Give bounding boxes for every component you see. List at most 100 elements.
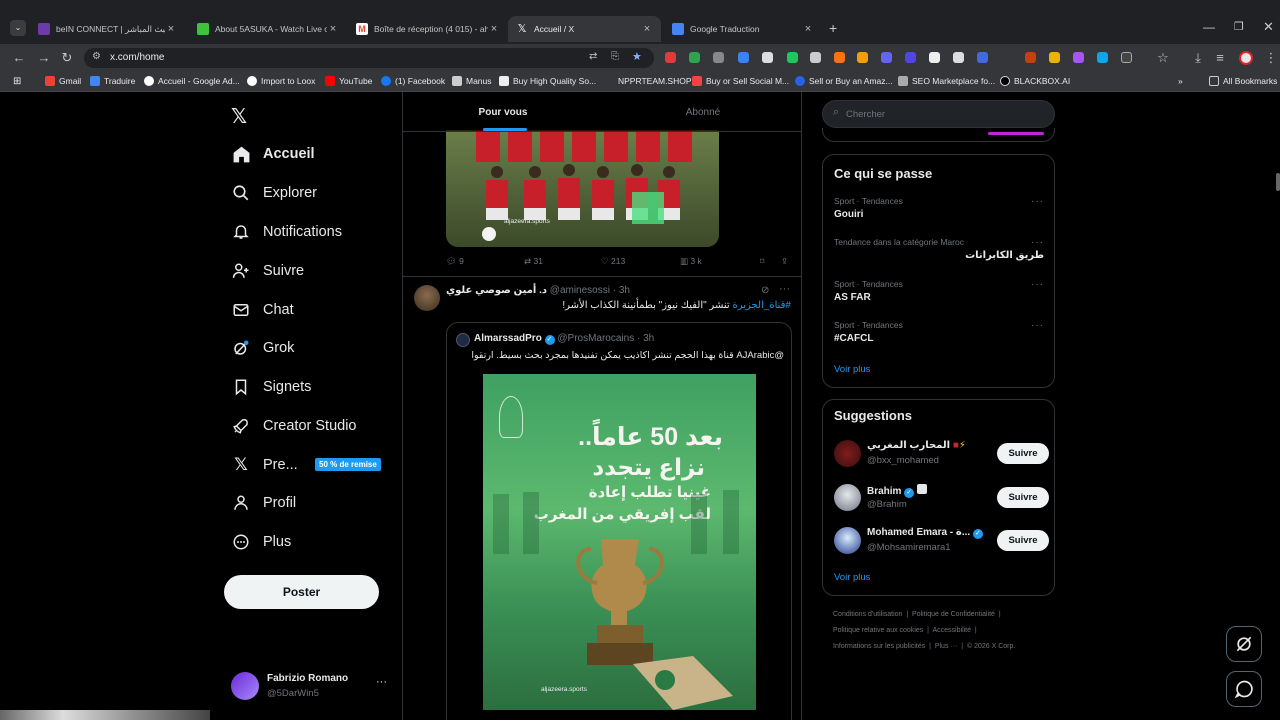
close-icon[interactable]: ×: [327, 23, 339, 35]
more-horizontal-icon[interactable]: ···: [376, 676, 387, 688]
extension-icon[interactable]: [810, 52, 821, 63]
premium-badge[interactable]: 50 % de remise: [315, 458, 381, 471]
extension-icon[interactable]: [1025, 52, 1036, 63]
bookmark-item[interactable]: SEO Marketplace fo...: [898, 76, 995, 86]
more-vertical-icon[interactable]: ⋮: [1263, 50, 1279, 66]
extension-icon[interactable]: [665, 52, 676, 63]
suggestion-item[interactable]: المحارب المغربي ■⚡ @bxx_mohamed Suivre: [834, 438, 1049, 472]
browser-tab[interactable]: About 5ASUKA - Watch Live on ×: [189, 16, 347, 42]
views-button[interactable]: ▥ 3 k: [680, 256, 702, 267]
install-icon[interactable]: ⎘: [611, 51, 619, 62]
extension-icon[interactable]: [738, 52, 749, 63]
bookmark-item[interactable]: Buy or Sell Social M...: [692, 76, 789, 86]
nav-premium[interactable]: 𝕏 Pre...: [230, 451, 298, 479]
suggestion-item[interactable]: Mohamed Emara - ة... ✓ @Mohsamiremara1 S…: [834, 525, 1049, 559]
footer-link[interactable]: Plus ···: [935, 643, 958, 650]
extension-icon[interactable]: [689, 52, 700, 63]
footer-link[interactable]: Politique relative aux cookies: [833, 627, 923, 634]
back-icon[interactable]: ←: [11, 50, 27, 66]
account-switcher[interactable]: Fabrizio Romano @5DarWin5 ···: [231, 672, 391, 702]
menu-icon[interactable]: ≡: [1212, 50, 1228, 66]
nav-bookmarks[interactable]: Signets: [230, 373, 311, 401]
post-button[interactable]: Poster: [224, 575, 379, 609]
scrollbar[interactable]: [1276, 173, 1280, 191]
post-media[interactable]: aljazeera.sports: [446, 130, 719, 247]
extension-icon[interactable]: [762, 52, 773, 63]
bookmark-item[interactable]: (1) Facebook: [381, 76, 445, 86]
search-input[interactable]: ⌕ Chercher: [822, 100, 1055, 128]
all-bookmarks[interactable]: All Bookmarks: [1209, 76, 1277, 86]
tab-search-button[interactable]: ⌄: [10, 20, 26, 36]
suggestion-item[interactable]: Brahim ✓ @Brahim Suivre: [834, 482, 1049, 516]
tab-for-you[interactable]: Pour vous: [403, 92, 603, 132]
address-bar[interactable]: ⚙ x.com/home ⇄ ⎘ ★: [84, 48, 654, 68]
close-icon[interactable]: ×: [488, 23, 500, 35]
extension-icon[interactable]: [977, 52, 988, 63]
restore-icon[interactable]: ❐: [1234, 20, 1244, 33]
extension-icon[interactable]: [713, 52, 724, 63]
extension-icon[interactable]: [1073, 52, 1084, 63]
nav-grok[interactable]: Grok: [230, 334, 294, 362]
extension-icon[interactable]: [1049, 52, 1060, 63]
post-handle[interactable]: @aminesossi: [550, 285, 610, 296]
trend-item[interactable]: Sport · Tendances Gouiri ···: [834, 196, 1044, 220]
bookmark-icon[interactable]: ⌑: [760, 256, 764, 267]
bookmark-item[interactable]: YouTube: [325, 76, 372, 86]
extension-icon[interactable]: [857, 52, 868, 63]
footer-link[interactable]: Politique de Confidentialité: [912, 611, 995, 618]
bookmark-item[interactable]: Accueil - Google Ad...: [144, 76, 240, 86]
messages-button[interactable]: [1226, 671, 1262, 707]
more-horizontal-icon[interactable]: ···: [1031, 196, 1044, 207]
close-icon[interactable]: ×: [165, 23, 177, 35]
apps-icon[interactable]: ⊞: [13, 76, 21, 87]
follow-button[interactable]: Suivre: [997, 443, 1049, 464]
nav-creator-studio[interactable]: Creator Studio: [230, 412, 357, 440]
x-logo-icon[interactable]: 𝕏: [231, 104, 247, 129]
translate-icon[interactable]: ⇄: [589, 51, 597, 62]
close-icon[interactable]: ×: [641, 23, 653, 35]
more-horizontal-icon[interactable]: ···: [1031, 279, 1044, 290]
bookmark-item[interactable]: Import to Loox: [247, 76, 315, 86]
extension-icon[interactable]: [929, 52, 940, 63]
browser-tab[interactable]: beIN CONNECT | البث المباشر | L ×: [30, 16, 185, 42]
new-tab-button[interactable]: +: [829, 20, 837, 36]
more-horizontal-icon[interactable]: ···: [1031, 320, 1044, 331]
bookmark-item[interactable]: Traduire: [90, 76, 135, 86]
bookmark-item[interactable]: BLACKBOX.AI: [1000, 76, 1070, 86]
more-horizontal-icon[interactable]: ···: [779, 283, 790, 295]
mention-link[interactable]: @AJArabic: [736, 350, 784, 361]
trend-item[interactable]: Sport · Tendances #CAFCL ···: [834, 320, 1044, 344]
nav-profile[interactable]: Profil: [230, 489, 296, 517]
see-more-link[interactable]: Voir plus: [834, 572, 870, 583]
download-icon[interactable]: ⤓: [1190, 50, 1206, 66]
nav-home[interactable]: Accueil: [230, 140, 315, 168]
chevron-right-icon[interactable]: »: [1178, 76, 1183, 86]
follow-button[interactable]: Suivre: [997, 530, 1049, 551]
tab-following[interactable]: Abonné: [603, 92, 801, 132]
see-more-link[interactable]: Voir plus: [834, 364, 870, 375]
extension-icon[interactable]: [834, 52, 845, 63]
grok-icon[interactable]: ⊘: [761, 285, 769, 296]
nav-notifications[interactable]: Notifications: [230, 218, 342, 246]
nav-more[interactable]: Plus: [230, 528, 291, 556]
footer-link[interactable]: Conditions d'utilisation: [833, 611, 902, 618]
footer-link[interactable]: Informations sur les publicités: [833, 643, 925, 650]
quoted-post[interactable]: AlmarssadPro ✓ @ProsMarocains · 3h @AJAr…: [446, 322, 792, 720]
bookmark-item[interactable]: Manus: [452, 76, 492, 86]
extension-icon[interactable]: [905, 52, 916, 63]
follow-button[interactable]: Suivre: [997, 487, 1049, 508]
nav-explore[interactable]: Explorer: [230, 179, 317, 207]
avatar[interactable]: [1239, 51, 1253, 65]
footer-link[interactable]: Accessibilité: [933, 627, 972, 634]
star-icon[interactable]: ☆: [1155, 50, 1171, 66]
bookmark-item[interactable]: NPPRTEAM.SHOP: [618, 76, 692, 86]
quote-media[interactable]: بعد 50 عاماً.. نزاع يتجدد غينيا تطلب إعا…: [483, 374, 756, 710]
grok-button[interactable]: [1226, 626, 1262, 662]
bookmark-item[interactable]: Sell or Buy an Amaz...: [795, 76, 893, 86]
nav-chat[interactable]: Chat: [230, 296, 294, 324]
close-icon[interactable]: ×: [802, 23, 814, 35]
reload-icon[interactable]: ↻: [59, 50, 75, 66]
site-info-icon[interactable]: ⚙: [92, 51, 101, 62]
extension-icon[interactable]: [881, 52, 892, 63]
trend-item[interactable]: Sport · Tendances AS FAR ···: [834, 279, 1044, 303]
